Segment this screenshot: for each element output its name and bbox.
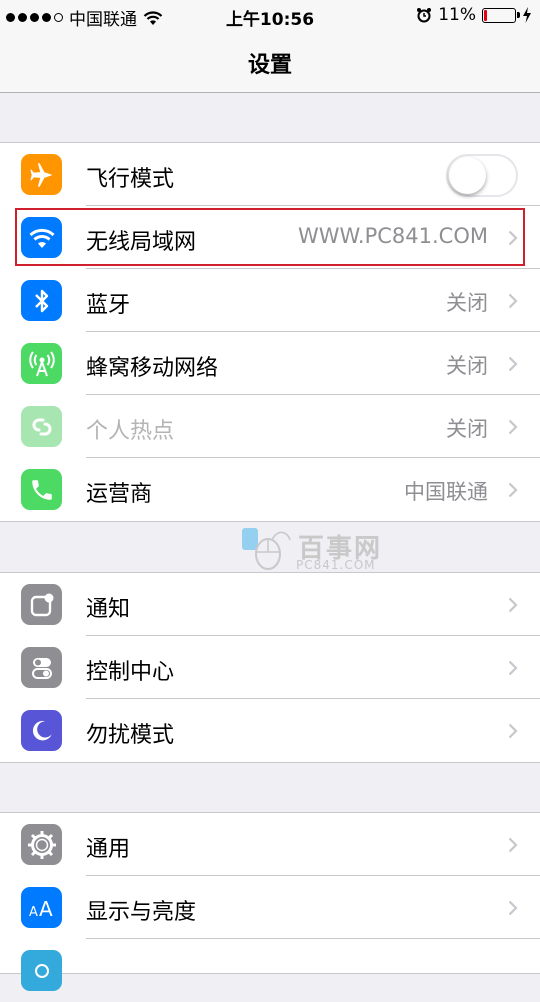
notifications-group: 通知 控制中心 勿扰模式 bbox=[0, 572, 540, 763]
notifications-icon bbox=[21, 584, 62, 625]
watermark-subtitle: PC841.COM bbox=[296, 558, 376, 572]
airplane-mode-toggle[interactable] bbox=[446, 154, 518, 197]
charging-icon bbox=[523, 7, 531, 23]
chevron-right-icon bbox=[508, 900, 518, 916]
setting-label: 显示与亮度 bbox=[86, 900, 197, 925]
chevron-right-icon bbox=[508, 419, 518, 435]
general-group: 通用 A A 显示与亮度 bbox=[0, 812, 540, 991]
highlight-box bbox=[15, 208, 525, 266]
airplane-icon bbox=[21, 154, 62, 195]
setting-label: 勿扰模式 bbox=[86, 723, 175, 748]
setting-value: 关闭 bbox=[446, 291, 488, 315]
chevron-right-icon bbox=[508, 356, 518, 372]
control-center-icon bbox=[21, 647, 62, 688]
battery-icon bbox=[482, 7, 520, 23]
setting-label: 蓝牙 bbox=[86, 293, 131, 318]
settings-row-cellular[interactable]: 蜂窝移动网络 关闭 bbox=[0, 332, 540, 395]
svg-text:A: A bbox=[39, 897, 53, 920]
status-bar: 中国联通 上午10:56 11% bbox=[0, 0, 540, 30]
moon-icon bbox=[21, 710, 62, 751]
chevron-right-icon bbox=[508, 723, 518, 739]
settings-row-control-center[interactable]: 控制中心 bbox=[0, 636, 540, 699]
settings-row-carrier[interactable]: 运营商 中国联通 bbox=[0, 458, 540, 521]
chevron-right-icon bbox=[508, 660, 518, 676]
setting-label: 运营商 bbox=[86, 482, 153, 507]
battery-percent: 11% bbox=[438, 5, 476, 25]
hotspot-icon bbox=[21, 406, 62, 447]
alarm-icon bbox=[417, 8, 432, 23]
settings-row-bluetooth[interactable]: 蓝牙 关闭 bbox=[0, 269, 540, 332]
setting-label: 飞行模式 bbox=[86, 167, 175, 192]
settings-row-display-brightness[interactable]: A A 显示与亮度 bbox=[0, 876, 540, 939]
chevron-right-icon bbox=[508, 837, 518, 853]
chevron-right-icon bbox=[508, 293, 518, 309]
phone-icon bbox=[21, 469, 62, 510]
setting-label: 通知 bbox=[86, 597, 131, 622]
setting-label: 蜂窝移动网络 bbox=[86, 356, 219, 381]
settings-row-notifications[interactable]: 通知 bbox=[0, 573, 540, 636]
mouse-logo-icon bbox=[242, 528, 291, 570]
chevron-right-icon bbox=[508, 597, 518, 613]
setting-label: 控制中心 bbox=[86, 660, 175, 685]
cellular-icon bbox=[21, 343, 62, 384]
chevron-right-icon bbox=[508, 482, 518, 498]
watermark: 百事网 PC841.COM bbox=[238, 522, 398, 574]
page-title: 设置 bbox=[247, 53, 292, 78]
bluetooth-icon bbox=[21, 280, 62, 321]
settings-row-general[interactable]: 通用 bbox=[0, 813, 540, 876]
setting-value: 关闭 bbox=[446, 417, 488, 441]
setting-label: 个人热点 bbox=[86, 419, 175, 444]
setting-label: 通用 bbox=[86, 837, 131, 862]
settings-row-personal-hotspot[interactable]: 个人热点 关闭 bbox=[0, 395, 540, 458]
navigation-bar: 设置 bbox=[0, 30, 540, 93]
display-icon: A A bbox=[21, 887, 62, 928]
gear-icon bbox=[21, 824, 62, 865]
svg-text:A: A bbox=[29, 905, 38, 920]
setting-value: 关闭 bbox=[446, 354, 488, 378]
settings-row-do-not-disturb[interactable]: 勿扰模式 bbox=[0, 699, 540, 762]
wallpaper-icon bbox=[21, 950, 62, 991]
settings-row-airplane-mode[interactable]: 飞行模式 bbox=[0, 143, 540, 206]
settings-row-wallpaper[interactable] bbox=[0, 939, 540, 1002]
setting-value: 中国联通 bbox=[404, 480, 488, 504]
connectivity-group: 飞行模式 无线局域网 WWW.PC841.COM 蓝牙 关闭 蜂窝移动网络 关闭… bbox=[0, 142, 540, 522]
